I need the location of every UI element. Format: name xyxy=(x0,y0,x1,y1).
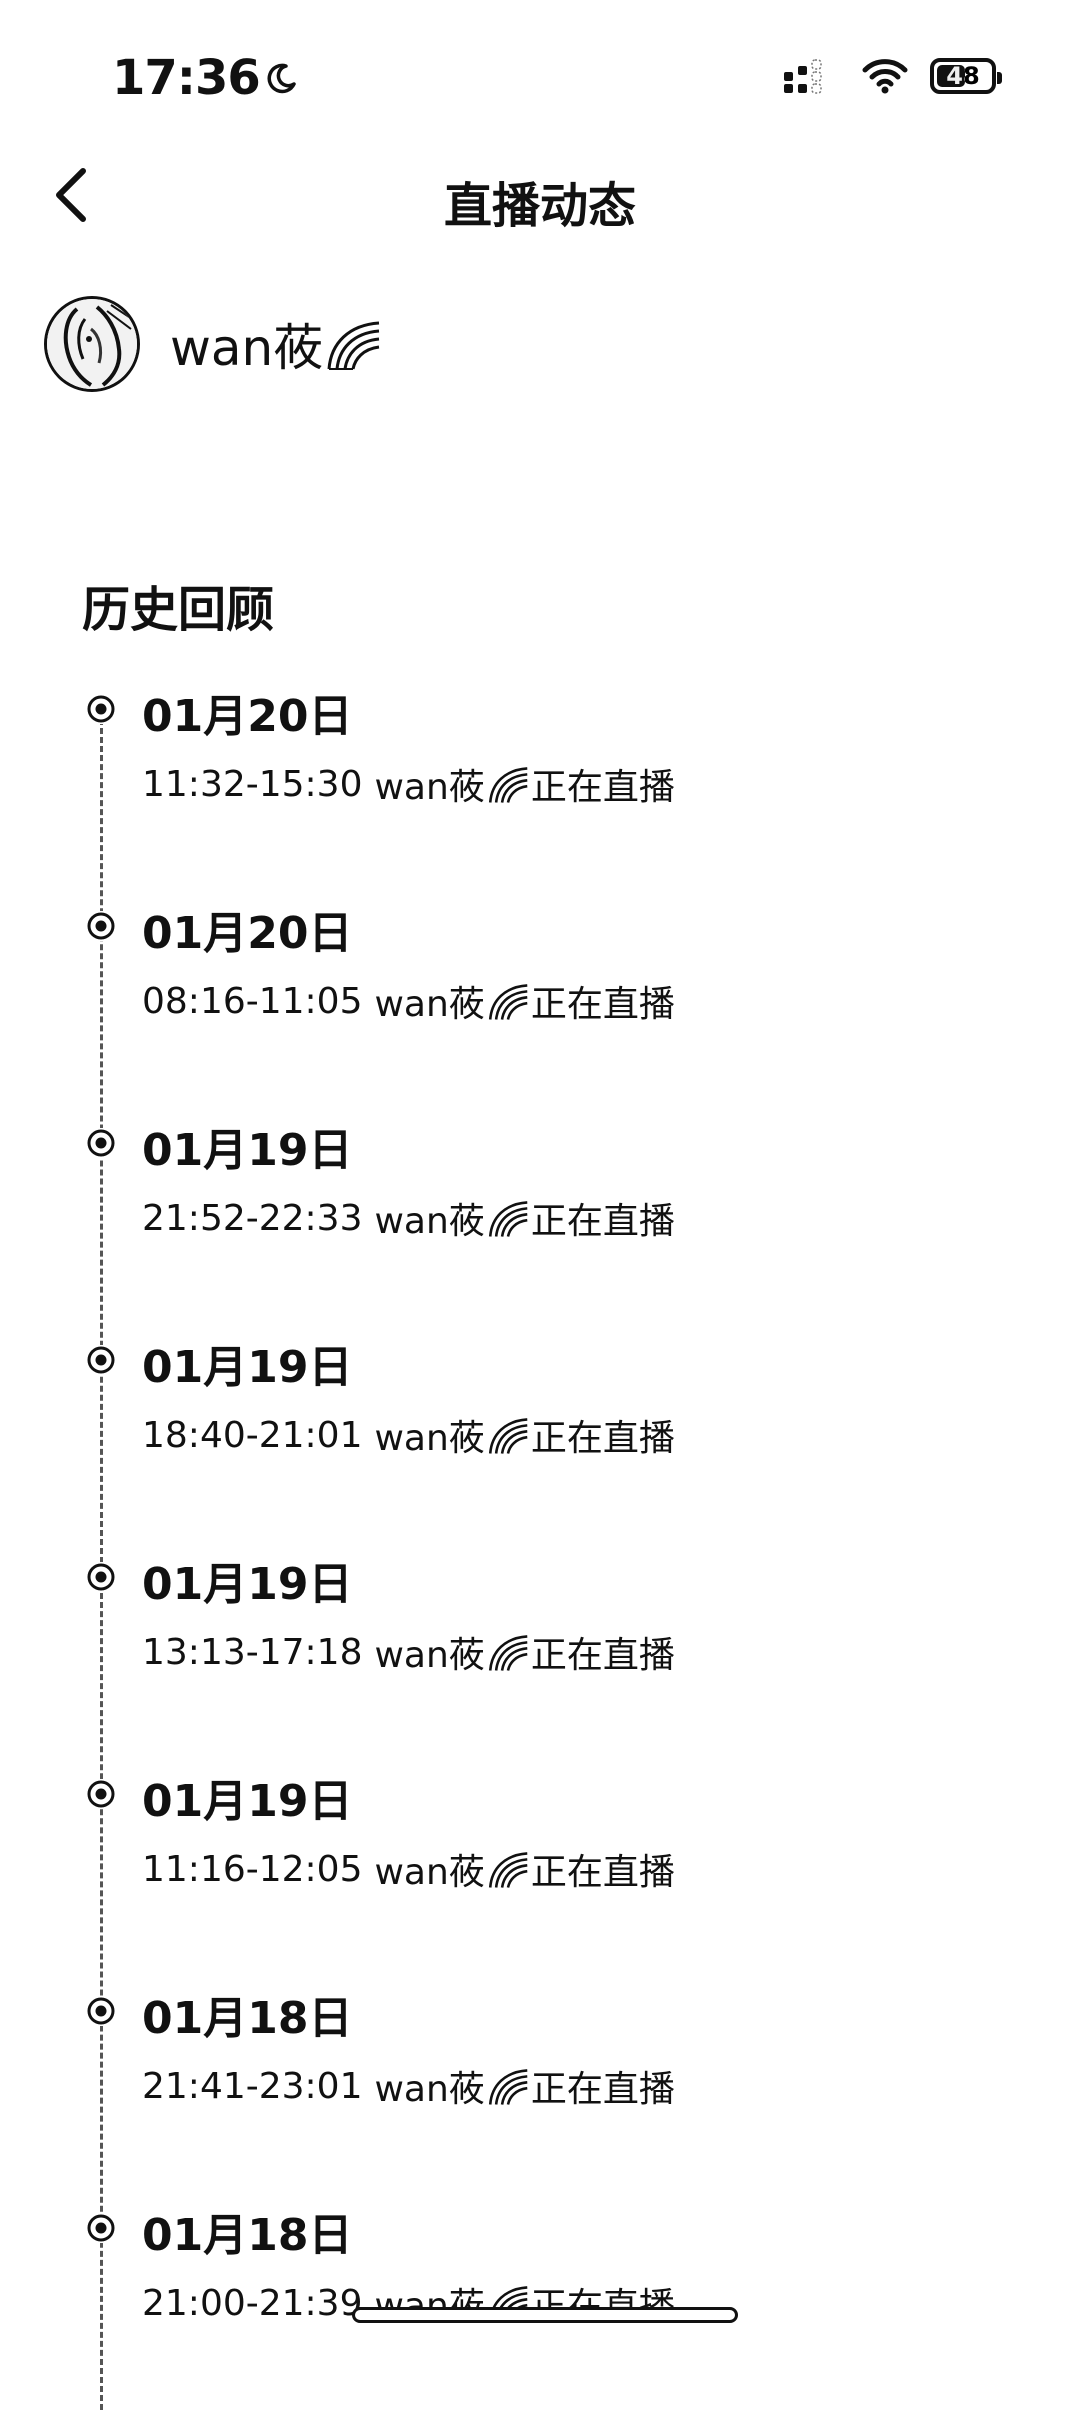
history-item-desc: 18:40-21:01 wan莜 正在直播 xyxy=(142,1409,675,1461)
history-item-date: 01月20日 xyxy=(142,908,353,959)
history-item-time: 18:40-21:01 xyxy=(142,1414,363,1456)
history-item-name: wan莜 xyxy=(374,767,485,808)
history-item[interactable]: 01月19日 18:40-21:01 wan莜 正在直播 xyxy=(0,1331,1080,1548)
history-item-desc: 11:32-15:30 wan莜 正在直播 xyxy=(142,758,675,810)
clock-text: 17:36 xyxy=(112,50,261,106)
rainbow-icon xyxy=(488,767,528,803)
history-item-status: 正在直播 xyxy=(530,767,675,808)
history-item-date: 01月19日 xyxy=(142,1125,353,1176)
history-item-date: 01月18日 xyxy=(142,2210,353,2261)
history-item-desc: 11:16-12:05 wan莜 正在直播 xyxy=(142,1843,675,1895)
history-item-date: 01月18日 xyxy=(142,1993,353,2044)
rainbow-icon xyxy=(488,1635,528,1671)
timeline-dot-icon xyxy=(86,1779,116,1809)
history-item-status: 正在直播 xyxy=(530,2069,675,2110)
battery-icon: 48 xyxy=(930,58,1002,94)
timeline-dot-icon xyxy=(86,694,116,724)
avatar[interactable] xyxy=(44,296,140,392)
history-item-time: 21:52-22:33 xyxy=(142,1197,363,1239)
history-item-time: 11:32-15:30 xyxy=(142,763,363,805)
avatar-image xyxy=(47,299,137,389)
history-item-date: 01月19日 xyxy=(142,1342,353,1393)
timeline-dot-icon xyxy=(86,2213,116,2243)
history-item-date: 01月19日 xyxy=(142,1559,353,1610)
history-item-status: 正在直播 xyxy=(530,984,675,1025)
history-item-name: wan莜 xyxy=(374,984,485,1025)
home-indicator[interactable] xyxy=(352,2307,738,2323)
rainbow-icon xyxy=(327,321,380,370)
history-item-time: 08:16-11:05 xyxy=(142,980,363,1022)
moon-icon xyxy=(267,63,296,94)
history-item[interactable]: 01月19日 21:52-22:33 wan莜 正在直播 xyxy=(0,1114,1080,1331)
profile-name-text: wan莜 xyxy=(170,319,324,377)
history-item-name: wan莜 xyxy=(374,1852,485,1893)
history-item-desc: 21:41-23:01 wan莜 正在直播 xyxy=(142,2060,675,2112)
history-timeline: 01月20日 11:32-15:30 wan莜 正在直播 01月20日 08:1… xyxy=(0,680,1080,2416)
history-item-name: wan莜 xyxy=(374,1201,485,1242)
history-item-date: 01月20日 xyxy=(142,691,353,742)
history-item-status: 正在直播 xyxy=(530,1201,675,1242)
history-item[interactable]: 01月18日 21:41-23:01 wan莜 正在直播 xyxy=(0,1982,1080,2199)
history-item-name: wan莜 xyxy=(374,1635,485,1676)
battery-tip xyxy=(997,72,1002,84)
history-item-desc: 08:16-11:05 wan莜 正在直播 xyxy=(142,975,675,1027)
profile-row[interactable]: wan莜 xyxy=(44,296,383,392)
history-item[interactable]: 01月19日 11:16-12:05 wan莜 正在直播 xyxy=(0,1765,1080,1982)
rainbow-icon xyxy=(488,1418,528,1454)
page-title: 直播动态 xyxy=(443,178,636,234)
nav-bar: 直播动态 xyxy=(0,140,1080,250)
rainbow-icon xyxy=(488,984,528,1020)
status-icons: 48 xyxy=(784,58,1002,94)
history-item-status: 正在直播 xyxy=(530,1852,675,1893)
history-item-time: 11:16-12:05 xyxy=(142,1848,363,1890)
battery-level: 48 xyxy=(946,62,980,90)
history-item-time: 13:13-17:18 xyxy=(142,1631,363,1673)
history-item-time: 21:41-23:01 xyxy=(142,2065,363,2107)
timeline-dot-icon xyxy=(86,1128,116,1158)
status-time: 17:36 xyxy=(112,50,298,106)
profile-name: wan莜 xyxy=(170,308,383,380)
history-item-status: 正在直播 xyxy=(530,1635,675,1676)
history-section-title: 历史回顾 xyxy=(82,582,275,638)
timeline-dot-icon xyxy=(86,1562,116,1592)
rainbow-icon xyxy=(488,2069,528,2105)
history-item-desc: 21:52-22:33 wan莜 正在直播 xyxy=(142,1192,675,1244)
history-item[interactable]: 01月19日 13:13-17:18 wan莜 正在直播 xyxy=(0,1548,1080,1765)
history-item[interactable]: 01月20日 08:16-11:05 wan莜 正在直播 xyxy=(0,897,1080,1114)
history-item-name: wan莜 xyxy=(374,1418,485,1459)
timeline-dot-icon xyxy=(86,1996,116,2026)
timeline-dot-icon xyxy=(86,1345,116,1375)
rainbow-icon xyxy=(488,1852,528,1888)
history-item-status: 正在直播 xyxy=(530,1418,675,1459)
history-item-date: 01月19日 xyxy=(142,1776,353,1827)
rainbow-icon xyxy=(488,1201,528,1237)
history-item-time: 21:00-21:39 xyxy=(142,2282,363,2324)
history-item[interactable]: 01月20日 11:32-15:30 wan莜 正在直播 xyxy=(0,680,1080,897)
history-item-desc: 13:13-17:18 wan莜 正在直播 xyxy=(142,1626,675,1678)
status-bar: 17:36 48 xyxy=(0,0,1080,160)
history-item-name: wan莜 xyxy=(374,2069,485,2110)
wifi-icon xyxy=(862,59,908,94)
timeline-dot-icon xyxy=(86,911,116,941)
signal-icon xyxy=(784,59,822,94)
